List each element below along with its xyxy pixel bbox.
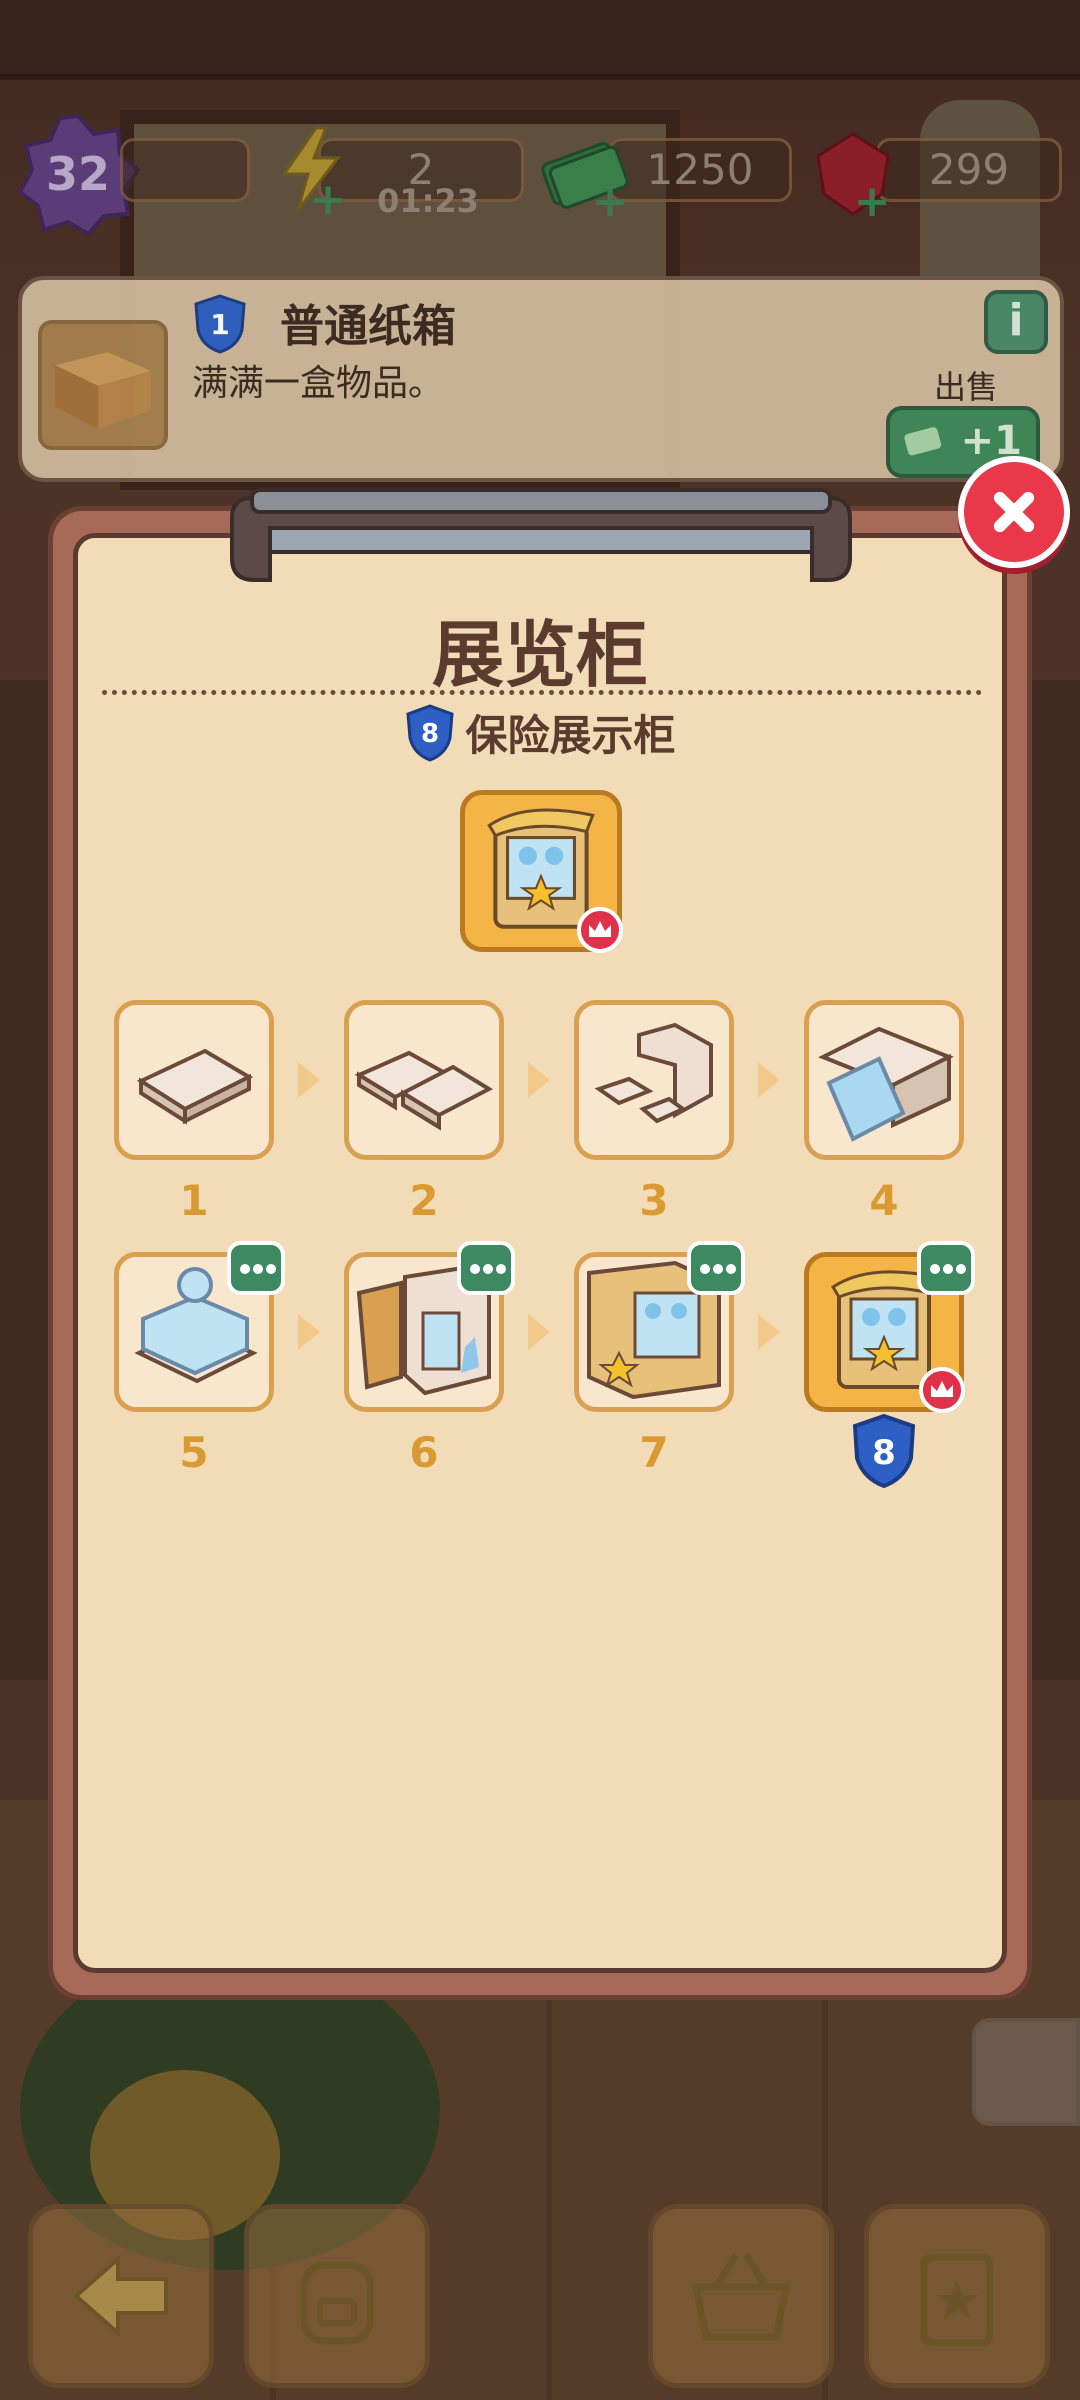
xp-bar <box>120 138 250 202</box>
item-level: 1 <box>210 308 229 341</box>
chevron-right-icon <box>298 1062 320 1098</box>
energy-timer: 01:23 <box>377 182 479 220</box>
level-shield-icon: 8 <box>852 1414 916 1488</box>
chain-label-2: 2 <box>409 1176 439 1225</box>
chevron-right-icon <box>758 1314 780 1350</box>
chain-label-3: 3 <box>639 1176 669 1225</box>
chain-label-4: 4 <box>869 1176 899 1225</box>
chevron-right-icon <box>758 1062 780 1098</box>
item-info-card: 1 普通纸箱 满满一盒物品。 i 出售 +1 <box>18 276 1064 482</box>
chain-item-1[interactable] <box>114 1000 274 1160</box>
chain-item-2[interactable] <box>344 1000 504 1160</box>
chain-item-3[interactable] <box>574 1000 734 1160</box>
info-button[interactable]: i <box>984 290 1048 354</box>
clipboard-clip-icon <box>230 488 852 582</box>
add-cash-icon[interactable]: + <box>590 180 630 224</box>
more-options-badge[interactable] <box>457 1241 515 1295</box>
sell-label: 出售 <box>933 368 998 406</box>
level-shield-icon: 8 <box>406 703 455 762</box>
shop-basket-button[interactable] <box>648 2204 834 2388</box>
chain-item-5[interactable] <box>114 1241 285 1412</box>
chain-result-row: 8 保险展示柜 <box>0 702 1080 766</box>
more-options-badge[interactable] <box>687 1241 745 1295</box>
glass-table-icon <box>818 1026 954 1142</box>
crown-icon <box>589 921 611 937</box>
chain-label-7: 7 <box>639 1428 669 1477</box>
backpack-icon <box>300 2261 374 2345</box>
backpack-button[interactable] <box>244 2204 430 2388</box>
clipboard-star-icon <box>920 2253 994 2347</box>
wood-plank-icon <box>136 1048 254 1125</box>
crown-badge <box>577 907 623 953</box>
chain-item-7[interactable] <box>574 1241 745 1412</box>
chain-label-6: 6 <box>409 1428 439 1477</box>
wood-frame-icon <box>594 1022 713 1124</box>
info-icon: i <box>1008 295 1024 346</box>
add-energy-icon[interactable]: + <box>308 178 348 222</box>
chain-label-8: 8 <box>872 1433 896 1473</box>
close-button[interactable] <box>958 456 1070 568</box>
cash-value: 1250 <box>646 145 754 194</box>
chain-label-5: 5 <box>179 1428 209 1477</box>
chain-item-4[interactable] <box>804 1000 964 1160</box>
item-title: 普通纸箱 <box>280 301 456 352</box>
level-shield-icon: 1 <box>194 294 246 354</box>
chain-item-8[interactable] <box>804 1241 975 1413</box>
back-button[interactable] <box>28 2204 214 2388</box>
dialog-title: 展览柜 <box>431 613 648 697</box>
chevron-right-icon <box>298 1314 320 1350</box>
chevron-right-icon <box>528 1314 550 1350</box>
chain-item-6[interactable] <box>344 1241 515 1412</box>
add-gems-icon[interactable]: + <box>852 180 892 224</box>
gem-counter[interactable]: 299 <box>876 138 1062 202</box>
cardboard-box-icon <box>38 320 168 450</box>
subtitle-level: 8 <box>421 719 439 749</box>
crown-badge <box>919 1367 965 1413</box>
cash-counter[interactable]: 1250 <box>608 138 792 202</box>
two-planks-icon <box>354 1050 494 1131</box>
title-divider <box>102 690 982 695</box>
chevron-right-icon <box>528 1062 550 1098</box>
final-item-preview[interactable] <box>460 790 623 953</box>
cash-icon <box>904 427 942 456</box>
chain-label-1: 1 <box>179 1176 209 1225</box>
basket-icon <box>691 2253 791 2341</box>
more-options-badge[interactable] <box>227 1241 285 1295</box>
orders-button[interactable] <box>864 2204 1050 2388</box>
crown-icon <box>931 1381 953 1397</box>
gem-value: 299 <box>928 145 1010 194</box>
arrow-left-icon <box>72 2254 168 2338</box>
side-tab[interactable] <box>972 2018 1080 2126</box>
chain-result-name: 保险展示柜 <box>465 711 676 760</box>
item-description: 满满一盒物品。 <box>192 363 445 404</box>
more-options-badge[interactable] <box>917 1241 975 1295</box>
status-bar: 32 2 + 01:23 1250 + 299 + <box>0 110 1080 237</box>
